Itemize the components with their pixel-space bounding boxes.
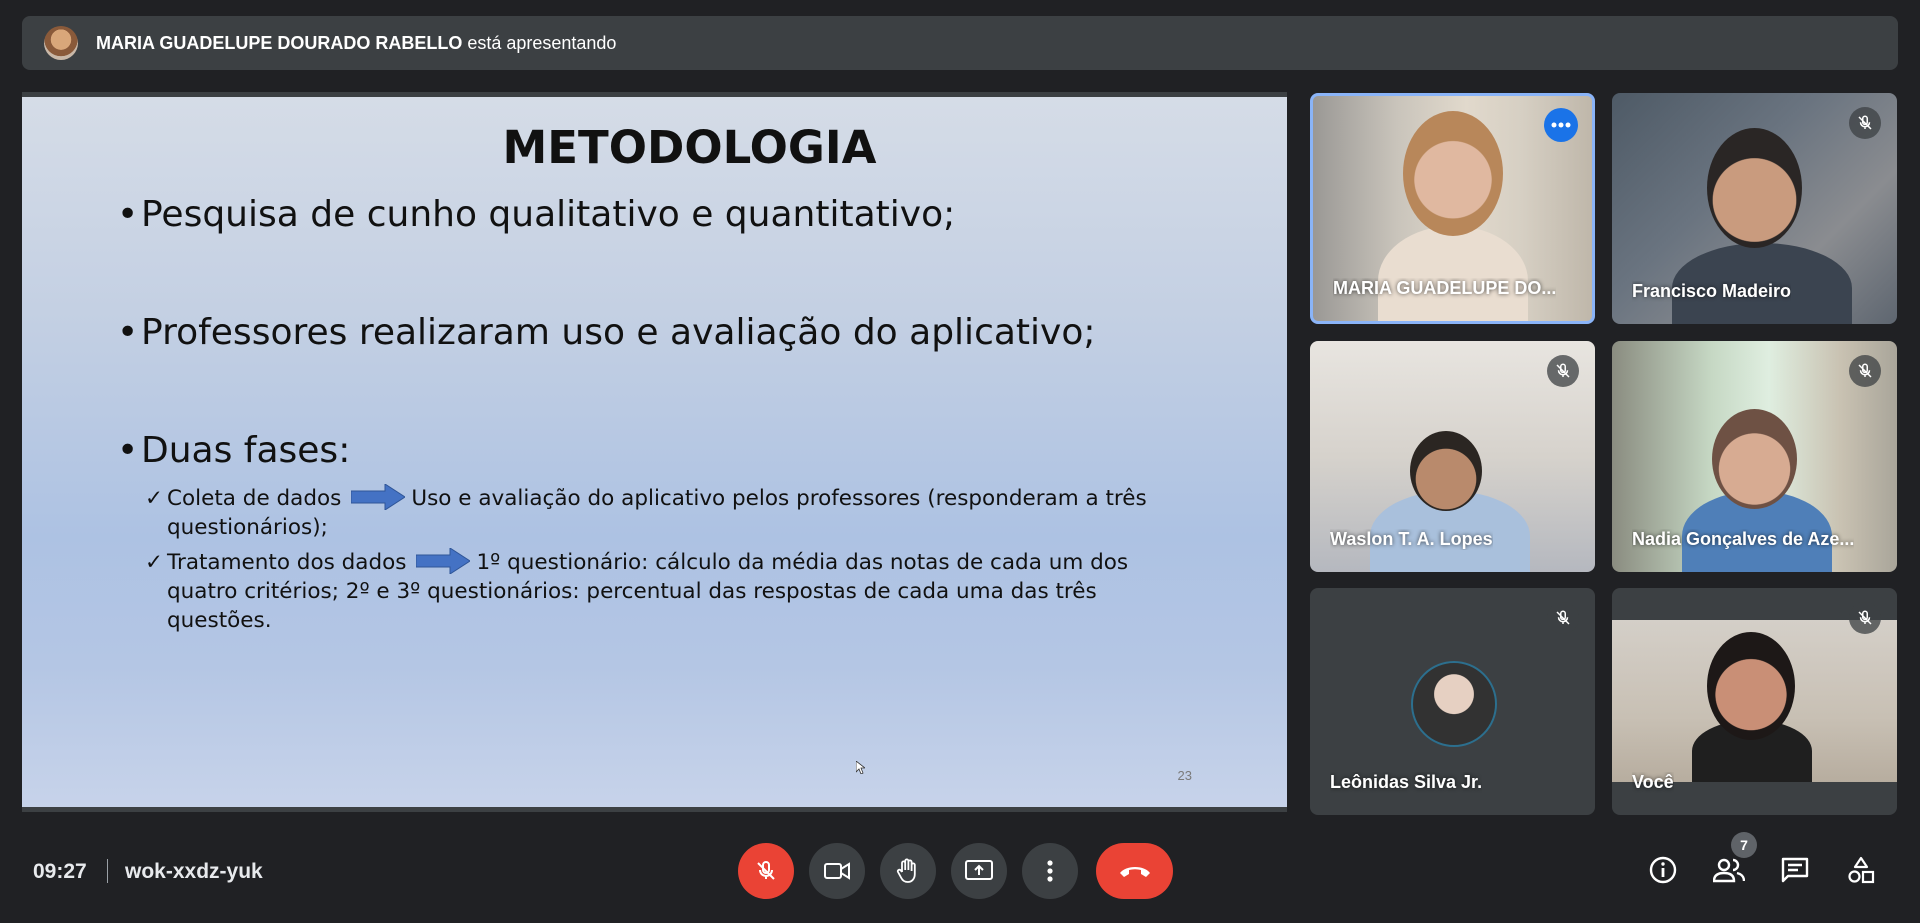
present-screen-button[interactable] xyxy=(951,843,1007,899)
participant-name: Você xyxy=(1632,772,1674,792)
participant-tile[interactable]: Nadia Gonçalves de Aze... xyxy=(1612,341,1897,572)
mic-off-icon xyxy=(1849,355,1881,387)
slide-bullet: •Duas fases: xyxy=(117,430,351,471)
mouse-cursor-icon xyxy=(856,761,865,774)
present-screen-icon xyxy=(965,860,993,880)
more-options-button[interactable] xyxy=(1022,843,1078,899)
participant-tile[interactable]: Waslon T. A. Lopes xyxy=(1310,341,1595,572)
presenter-name: MARIA GUADELUPE DOURADO RABELLO xyxy=(96,32,463,53)
slide-page-number: 23 xyxy=(1177,768,1192,783)
participant-video xyxy=(1612,620,1897,782)
right-arrow-icon xyxy=(416,548,471,574)
phone-hangup-icon xyxy=(1119,867,1150,877)
activities-button[interactable] xyxy=(1843,852,1879,888)
slide-sub-item: ✓ Tratamento dos dados 1º questionário: c… xyxy=(145,548,1129,633)
presentation-slide: METODOLOGIA •Pesquisa de cunho qualitati… xyxy=(22,92,1287,812)
participant-name: Francisco Madeiro xyxy=(1632,281,1792,301)
hand-icon xyxy=(896,858,916,883)
meeting-time: 09:27 xyxy=(33,860,87,883)
mic-off-icon xyxy=(757,860,775,880)
participant-tile[interactable]: Leônidas Silva Jr. xyxy=(1310,588,1595,815)
participant-name: MARIA GUADELUPE DO... xyxy=(1333,278,1557,298)
leave-call-button[interactable] xyxy=(1096,843,1173,899)
participant-tile[interactable]: Você xyxy=(1612,588,1897,815)
slide-bullet: •Pesquisa de cunho qualitativo e quantit… xyxy=(117,194,956,235)
mic-toggle-button[interactable] xyxy=(738,843,794,899)
video-camera-icon xyxy=(824,862,850,880)
raise-hand-button[interactable] xyxy=(880,843,936,899)
activities-icon xyxy=(1848,856,1875,884)
participant-name: Waslon T. A. Lopes xyxy=(1330,529,1493,549)
chat-button[interactable] xyxy=(1777,852,1813,888)
more-vert-icon xyxy=(1047,860,1053,882)
meeting-details-button[interactable] xyxy=(1645,852,1681,888)
camera-toggle-button[interactable] xyxy=(809,843,865,899)
participant-name: Nadia Gonçalves de Aze... xyxy=(1632,529,1855,549)
mic-off-icon xyxy=(1849,107,1881,139)
avatar xyxy=(1411,661,1497,747)
slide-sub-item: ✓ Coleta de dados Uso e avaliação do apli… xyxy=(145,484,1147,540)
slide-title: METODOLOGIA xyxy=(502,121,877,174)
presenting-banner: MARIA GUADELUPE DOURADO RABELLO está apr… xyxy=(22,16,1898,70)
presenter-avatar xyxy=(44,26,78,60)
slide-bullet: •Professores realizaram uso e avaliação … xyxy=(117,312,1096,353)
info-icon xyxy=(1649,856,1677,884)
participant-tile[interactable]: MARIA GUADELUPE DO... xyxy=(1310,93,1595,324)
mic-off-icon xyxy=(1849,602,1881,634)
participant-video xyxy=(1378,226,1528,321)
divider xyxy=(107,859,108,883)
meeting-code: wok-xxdz-yuk xyxy=(125,860,263,883)
people-count-badge: 7 xyxy=(1731,832,1757,858)
mic-off-icon xyxy=(1547,602,1579,634)
presenting-label: está apresentando xyxy=(462,32,617,53)
checkmark-icon: ✓ xyxy=(145,550,164,575)
chat-icon xyxy=(1781,857,1809,883)
more-options-icon[interactable] xyxy=(1544,108,1578,142)
participant-tile[interactable]: Francisco Madeiro xyxy=(1612,93,1897,324)
right-arrow-icon xyxy=(351,484,406,510)
people-icon xyxy=(1713,858,1745,883)
mic-off-icon xyxy=(1547,355,1579,387)
checkmark-icon: ✓ xyxy=(145,486,164,511)
participant-name: Leônidas Silva Jr. xyxy=(1330,772,1483,792)
presenting-text: MARIA GUADELUPE DOURADO RABELLO está apr… xyxy=(96,33,616,54)
